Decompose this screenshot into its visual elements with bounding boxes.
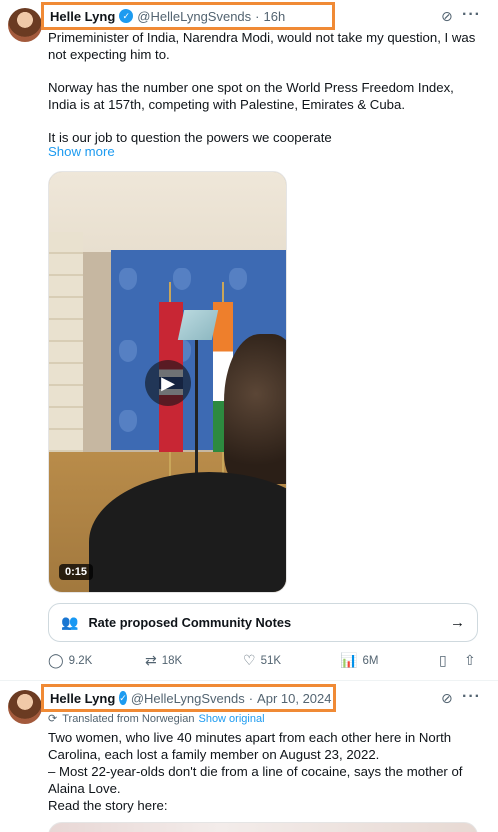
- tweet-paragraph: – Most 22-year-olds don't die from a lin…: [48, 764, 463, 796]
- video-duration: 0:15: [59, 564, 94, 580]
- views-icon: 📊: [340, 652, 358, 668]
- video-frame: [224, 334, 286, 484]
- video-frame: [177, 310, 219, 340]
- repost-icon: ⇄: [145, 652, 157, 668]
- reply-count: 9.2K: [68, 654, 93, 667]
- translation-notice: ⟳ Translated from Norwegian Show origina…: [48, 712, 265, 726]
- like-count: 51K: [260, 654, 282, 667]
- show-more-link[interactable]: Show more: [48, 144, 115, 159]
- like-button[interactable]: ♡ 51K: [243, 652, 281, 669]
- avatar[interactable]: [8, 8, 42, 42]
- bookmark-icon: ▯: [439, 652, 447, 668]
- repost-button[interactable]: ⇄ 18K: [145, 652, 182, 669]
- tweet-actions: ◯ 9.2K ⇄ 18K ♡ 51K 📊 6M ▯ ⇧: [48, 652, 480, 672]
- reply-icon: ◯: [48, 652, 64, 668]
- grok-icon[interactable]: ⊘: [441, 690, 453, 707]
- people-icon: 👥: [61, 614, 79, 630]
- timestamp[interactable]: 16h: [264, 9, 286, 24]
- grok-icon[interactable]: ⊘: [441, 8, 453, 25]
- tweet-text: Two women, who live 40 minutes apart fro…: [48, 729, 478, 814]
- share-icon: ⇧: [464, 652, 476, 668]
- video-player[interactable]: ▶ 0:15: [48, 171, 287, 593]
- repost-count: 18K: [161, 654, 183, 667]
- verified-badge-icon: ✓: [119, 691, 127, 705]
- reply-button[interactable]: ◯ 9.2K: [48, 652, 92, 669]
- tweet-header: Helle Lyng ✓ @HelleLyngSvends · Apr 10, …: [41, 684, 336, 712]
- author-name[interactable]: Helle Lyng: [50, 691, 115, 706]
- tweet-paragraph: Read the story here:: [48, 798, 168, 813]
- separator: ·: [248, 690, 254, 706]
- video-frame: [49, 232, 83, 482]
- timestamp[interactable]: Apr 10, 2024: [257, 691, 331, 706]
- tweet-divider: [0, 680, 498, 681]
- like-icon: ♡: [243, 652, 256, 668]
- author-name[interactable]: Helle Lyng: [50, 9, 115, 24]
- tweet-paragraph: Norway has the number one spot on the Wo…: [48, 80, 454, 112]
- tweet-text: Primeminister of India, Narendra Modi, w…: [48, 29, 478, 146]
- tweet-paragraph: Primeminister of India, Narendra Modi, w…: [48, 30, 476, 62]
- separator: ·: [255, 8, 260, 24]
- bookmark-button[interactable]: ▯: [439, 652, 452, 669]
- share-button[interactable]: ⇧: [464, 652, 481, 669]
- show-original-link[interactable]: Show original: [198, 713, 264, 725]
- views-button[interactable]: 📊 6M: [340, 652, 378, 669]
- verified-badge-icon: ✓: [119, 9, 134, 23]
- translated-label: Translated from Norwegian: [62, 712, 195, 725]
- community-notes-label: Rate proposed Community Notes: [88, 615, 292, 630]
- more-icon[interactable]: ···: [462, 6, 481, 24]
- avatar[interactable]: [8, 690, 42, 724]
- author-handle[interactable]: @HelleLyngSvends: [131, 691, 245, 706]
- author-handle[interactable]: @HelleLyngSvends: [137, 9, 251, 24]
- views-count: 6M: [362, 654, 379, 667]
- play-button[interactable]: ▶: [145, 360, 191, 406]
- video-frame: [49, 172, 286, 252]
- tweet-header: Helle Lyng ✓ @HelleLyngSvends · 16h: [41, 2, 335, 30]
- tweet-paragraph: Two women, who live 40 minutes apart fro…: [48, 730, 452, 762]
- arrow-right-icon: →: [450, 614, 465, 631]
- more-icon[interactable]: ···: [462, 688, 481, 706]
- globe-icon: ⟳: [48, 713, 58, 725]
- media-thumbnail[interactable]: [48, 822, 478, 832]
- community-notes-button[interactable]: 👥 Rate proposed Community Notes →: [48, 603, 478, 642]
